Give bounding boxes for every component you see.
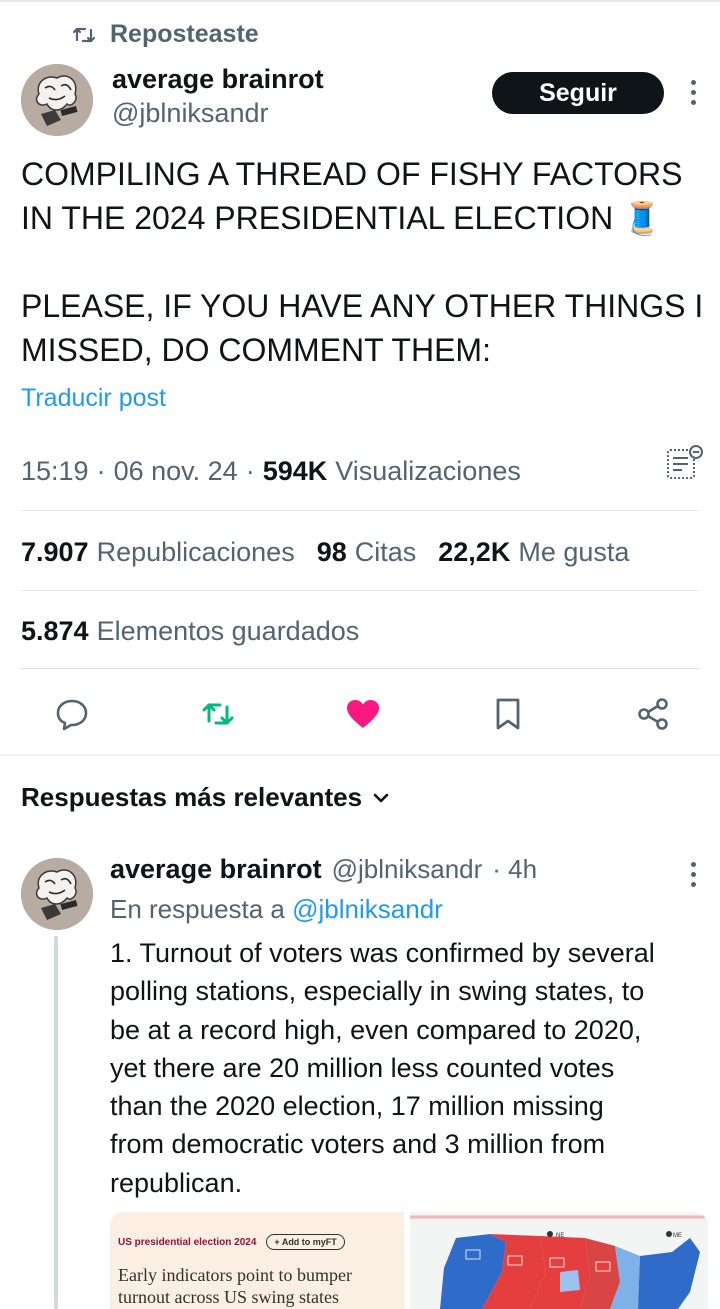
bookmark-icon[interactable] bbox=[484, 690, 532, 738]
reply-header: average brainrot @jblniksandr · 4h bbox=[110, 854, 537, 885]
bookmarks-stat[interactable]: 5.874 Elementos guardados bbox=[21, 616, 359, 647]
reply-media: US presidential election 2024 + Add to m… bbox=[110, 1212, 708, 1309]
thread-line bbox=[54, 936, 58, 1309]
chevron-down-icon bbox=[373, 793, 389, 802]
article-headline: Early indicators point to bumper turnout… bbox=[118, 1265, 352, 1307]
reply-text: 1. Turnout of voters was confirmed by se… bbox=[110, 934, 710, 1202]
post-time: 15:19 bbox=[21, 456, 89, 486]
post-line: PLEASE, IF YOU HAVE ANY OTHER THINGS I bbox=[21, 288, 704, 324]
media-image-article[interactable]: US presidential election 2024 + Add to m… bbox=[110, 1212, 404, 1309]
us-election-map-image: NE ME bbox=[410, 1212, 708, 1309]
reply-line: polling stations, especially in swing st… bbox=[110, 976, 645, 1007]
reply-icon[interactable] bbox=[48, 690, 96, 738]
engagement-stats: 7.907 Republicaciones 98 Citas 22,2K Me gus… bbox=[21, 537, 629, 568]
post-line: COMPILING A THREAD OF FISHY FACTORS bbox=[21, 156, 683, 192]
reply-avatar[interactable] bbox=[21, 858, 93, 930]
post-date: 06 nov. 24 bbox=[113, 456, 238, 486]
top-border bbox=[0, 0, 720, 2]
share-icon[interactable] bbox=[629, 690, 677, 738]
reply-line: be at a record high, even compared to 20… bbox=[110, 1014, 642, 1045]
repost-icon[interactable] bbox=[194, 690, 242, 738]
heart-icon[interactable] bbox=[339, 690, 387, 738]
media-image-map[interactable]: NE ME bbox=[410, 1212, 708, 1309]
reply-line: republican. bbox=[110, 1167, 243, 1198]
post-text: COMPILING A THREAD OF FISHY FACTORS IN T… bbox=[21, 152, 711, 372]
likes-stat[interactable]: 22,2K Me gusta bbox=[438, 537, 629, 568]
action-bar bbox=[0, 690, 720, 738]
divider bbox=[21, 668, 699, 669]
quotes-stat[interactable]: 98 Citas bbox=[317, 537, 417, 568]
avatar[interactable] bbox=[21, 64, 93, 136]
meta-separator: · bbox=[96, 456, 106, 486]
meta-separator: · bbox=[245, 456, 255, 486]
bookmarks-stats: 5.874 Elementos guardados bbox=[21, 616, 359, 647]
more-options-icon[interactable] bbox=[688, 80, 698, 105]
reply-line: yet there are 20 million less counted vo… bbox=[110, 1052, 615, 1083]
post-line: MISSED, DO COMMENT THEM: bbox=[21, 332, 491, 368]
add-to-myft-pill: + Add to myFT bbox=[266, 1234, 345, 1250]
translate-link[interactable]: Traducir post bbox=[21, 384, 166, 413]
reposts-stat[interactable]: 7.907 Republicaciones bbox=[21, 537, 295, 568]
reply-to-label: En respuesta a bbox=[110, 894, 285, 924]
author-handle[interactable]: @jblniksandr bbox=[112, 98, 268, 129]
section-divider bbox=[0, 754, 720, 756]
svg-text:ME: ME bbox=[673, 1233, 682, 1239]
repost-context: Reposteaste bbox=[72, 20, 259, 49]
author-name[interactable]: average brainrot bbox=[112, 64, 324, 95]
post-meta: 15:19 · 06 nov. 24 · 594K Visualizacione… bbox=[21, 456, 521, 487]
svg-text:NE: NE bbox=[556, 1233, 564, 1239]
views-label: Visualizaciones bbox=[335, 456, 521, 486]
reply-author-name[interactable]: average brainrot bbox=[110, 854, 322, 885]
post-line: IN THE 2024 PRESIDENTIAL ELECTION 🧵 bbox=[21, 200, 662, 236]
reply-context: En respuesta a @jblniksandr bbox=[110, 894, 443, 925]
article-section-label: US presidential election 2024 bbox=[118, 1236, 257, 1248]
reply-line: than the 2020 election, 17 million missi… bbox=[110, 1091, 604, 1122]
views-count: 594K bbox=[262, 456, 328, 486]
analytics-icon[interactable] bbox=[664, 444, 704, 484]
reply-time: · 4h bbox=[492, 854, 538, 884]
repost-label: Reposteaste bbox=[110, 20, 259, 48]
divider bbox=[21, 590, 699, 591]
reply-line: 1. Turnout of voters was confirmed by se… bbox=[110, 938, 655, 968]
follow-button[interactable]: Seguir bbox=[492, 72, 664, 114]
reply-more-options-icon[interactable] bbox=[688, 862, 698, 887]
replies-sort-label: Respuestas más relevantes bbox=[21, 782, 363, 812]
divider bbox=[21, 510, 699, 511]
reply-line: from democratic voters and 3 million fro… bbox=[110, 1129, 606, 1160]
replies-sort-selector[interactable]: Respuestas más relevantes bbox=[21, 782, 390, 813]
reply-to-handle-link[interactable]: @jblniksandr bbox=[292, 894, 443, 924]
repost-icon bbox=[72, 27, 96, 42]
reply-author-handle[interactable]: @jblniksandr bbox=[332, 854, 483, 885]
